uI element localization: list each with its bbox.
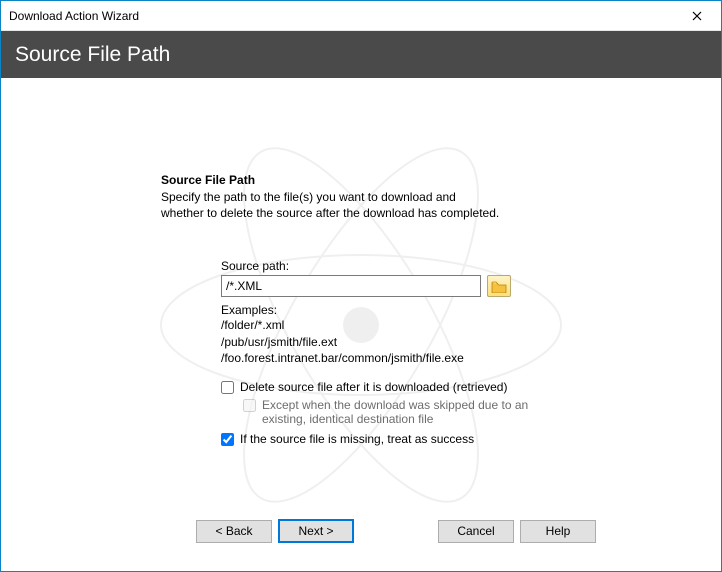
help-button[interactable]: Help (520, 520, 596, 543)
source-path-input[interactable] (221, 275, 481, 297)
section-description: Specify the path to the file(s) you want… (161, 189, 501, 221)
missing-success-checkbox[interactable] (221, 433, 234, 446)
delete-source-row[interactable]: Delete source file after it is downloade… (221, 380, 641, 394)
cancel-button[interactable]: Cancel (438, 520, 514, 543)
wizard-body: Source File Path Specify the path to the… (1, 78, 721, 571)
wizard-window: Download Action Wizard Source File Path … (0, 0, 722, 572)
browse-button[interactable] (487, 275, 511, 297)
titlebar: Download Action Wizard (1, 1, 721, 31)
except-label: Except when the download was skipped due… (262, 398, 543, 426)
close-button[interactable] (674, 2, 719, 30)
example-line: /foo.forest.intranet.bar/common/jsmith/f… (221, 350, 641, 366)
banner-title: Source File Path (15, 43, 170, 67)
next-button[interactable]: Next > (278, 519, 354, 543)
delete-source-label: Delete source file after it is downloade… (240, 380, 507, 394)
content-area: Source File Path Specify the path to the… (161, 173, 641, 450)
window-title: Download Action Wizard (9, 9, 674, 23)
folder-icon (491, 280, 507, 293)
examples-label: Examples: (221, 303, 641, 317)
button-row: < Back Next > Cancel Help (196, 519, 596, 543)
missing-success-row[interactable]: If the source file is missing, treat as … (221, 432, 641, 446)
except-row: Except when the download was skipped due… (243, 398, 543, 426)
source-path-row (221, 275, 641, 297)
section-heading: Source File Path (161, 173, 641, 187)
back-button[interactable]: < Back (196, 520, 272, 543)
wizard-banner: Source File Path (1, 31, 721, 78)
close-icon (692, 11, 702, 21)
except-checkbox (243, 399, 256, 412)
example-line: /pub/usr/jsmith/file.ext (221, 334, 641, 350)
missing-success-label: If the source file is missing, treat as … (240, 432, 474, 446)
source-path-label: Source path: (221, 259, 641, 273)
examples-block: /folder/*.xml /pub/usr/jsmith/file.ext /… (221, 317, 641, 366)
delete-source-checkbox[interactable] (221, 381, 234, 394)
example-line: /folder/*.xml (221, 317, 641, 333)
form-area: Source path: Examples: /folder/*.xml /pu… (221, 259, 641, 446)
